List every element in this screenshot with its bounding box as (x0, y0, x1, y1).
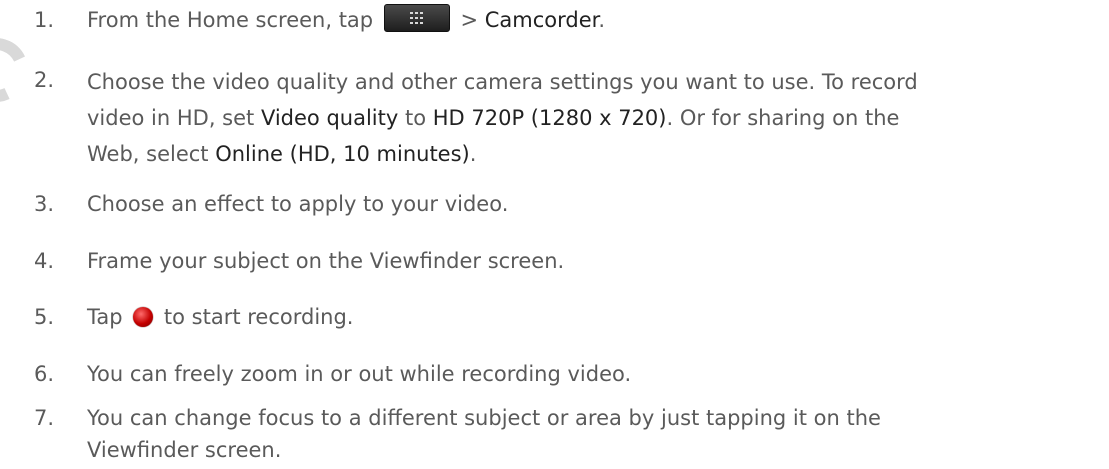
step-text: From the Home screen, tap > Camcorder. (87, 4, 1102, 36)
step-number: 2. (33, 68, 54, 92)
step-text: Choose the video quality and other camer… (87, 64, 1102, 172)
online-hd-label: Online (HD, 10 minutes) (215, 142, 470, 166)
step-number: 6. (33, 362, 54, 386)
step-text: You can change focus to a different subj… (87, 402, 1102, 466)
step-number: 7. (33, 406, 54, 430)
camcorder-label: Camcorder (484, 8, 599, 32)
step-text-end: . (598, 8, 606, 32)
step-line-3-before: Web, select (87, 142, 216, 166)
video-quality-label: Video quality (260, 106, 399, 130)
hd-720p-label: HD 720P (1280 x 720) (432, 106, 667, 130)
step-line-2: Viewfinder screen. (87, 438, 282, 462)
step-text: Frame your subject on the Viewfinder scr… (87, 249, 565, 273)
step-text: Choose an effect to apply to your video. (87, 192, 509, 216)
record-button-icon (133, 307, 154, 327)
step-text-before: From the Home screen, tap (87, 8, 380, 32)
step-line-1: You can change focus to a different subj… (87, 406, 881, 430)
step-line-1: Choose the video quality and other camer… (87, 70, 918, 94)
step-line-2-mid: to (398, 106, 433, 130)
step-text: You can freely zoom in or out while reco… (87, 362, 632, 386)
apps-grid-icon (383, 4, 450, 32)
step-number: 5. (33, 305, 54, 329)
step-line-2-before: video in HD, set (87, 106, 261, 130)
instruction-page: 1. From the Home screen, tap > Camcorder… (0, 0, 1109, 469)
step-line-3-after: . (469, 142, 477, 166)
step-number: 4. (33, 249, 54, 273)
step-number: 1. (33, 8, 54, 32)
step-text-after: > (453, 8, 485, 32)
step-text-after: to start recording. (157, 305, 354, 329)
step-text: Tap to start recording. (87, 301, 1102, 333)
step-number: 3. (33, 192, 54, 216)
step-line-2-after: . Or for sharing on the (666, 106, 900, 130)
step-text-before: Tap (87, 305, 130, 329)
